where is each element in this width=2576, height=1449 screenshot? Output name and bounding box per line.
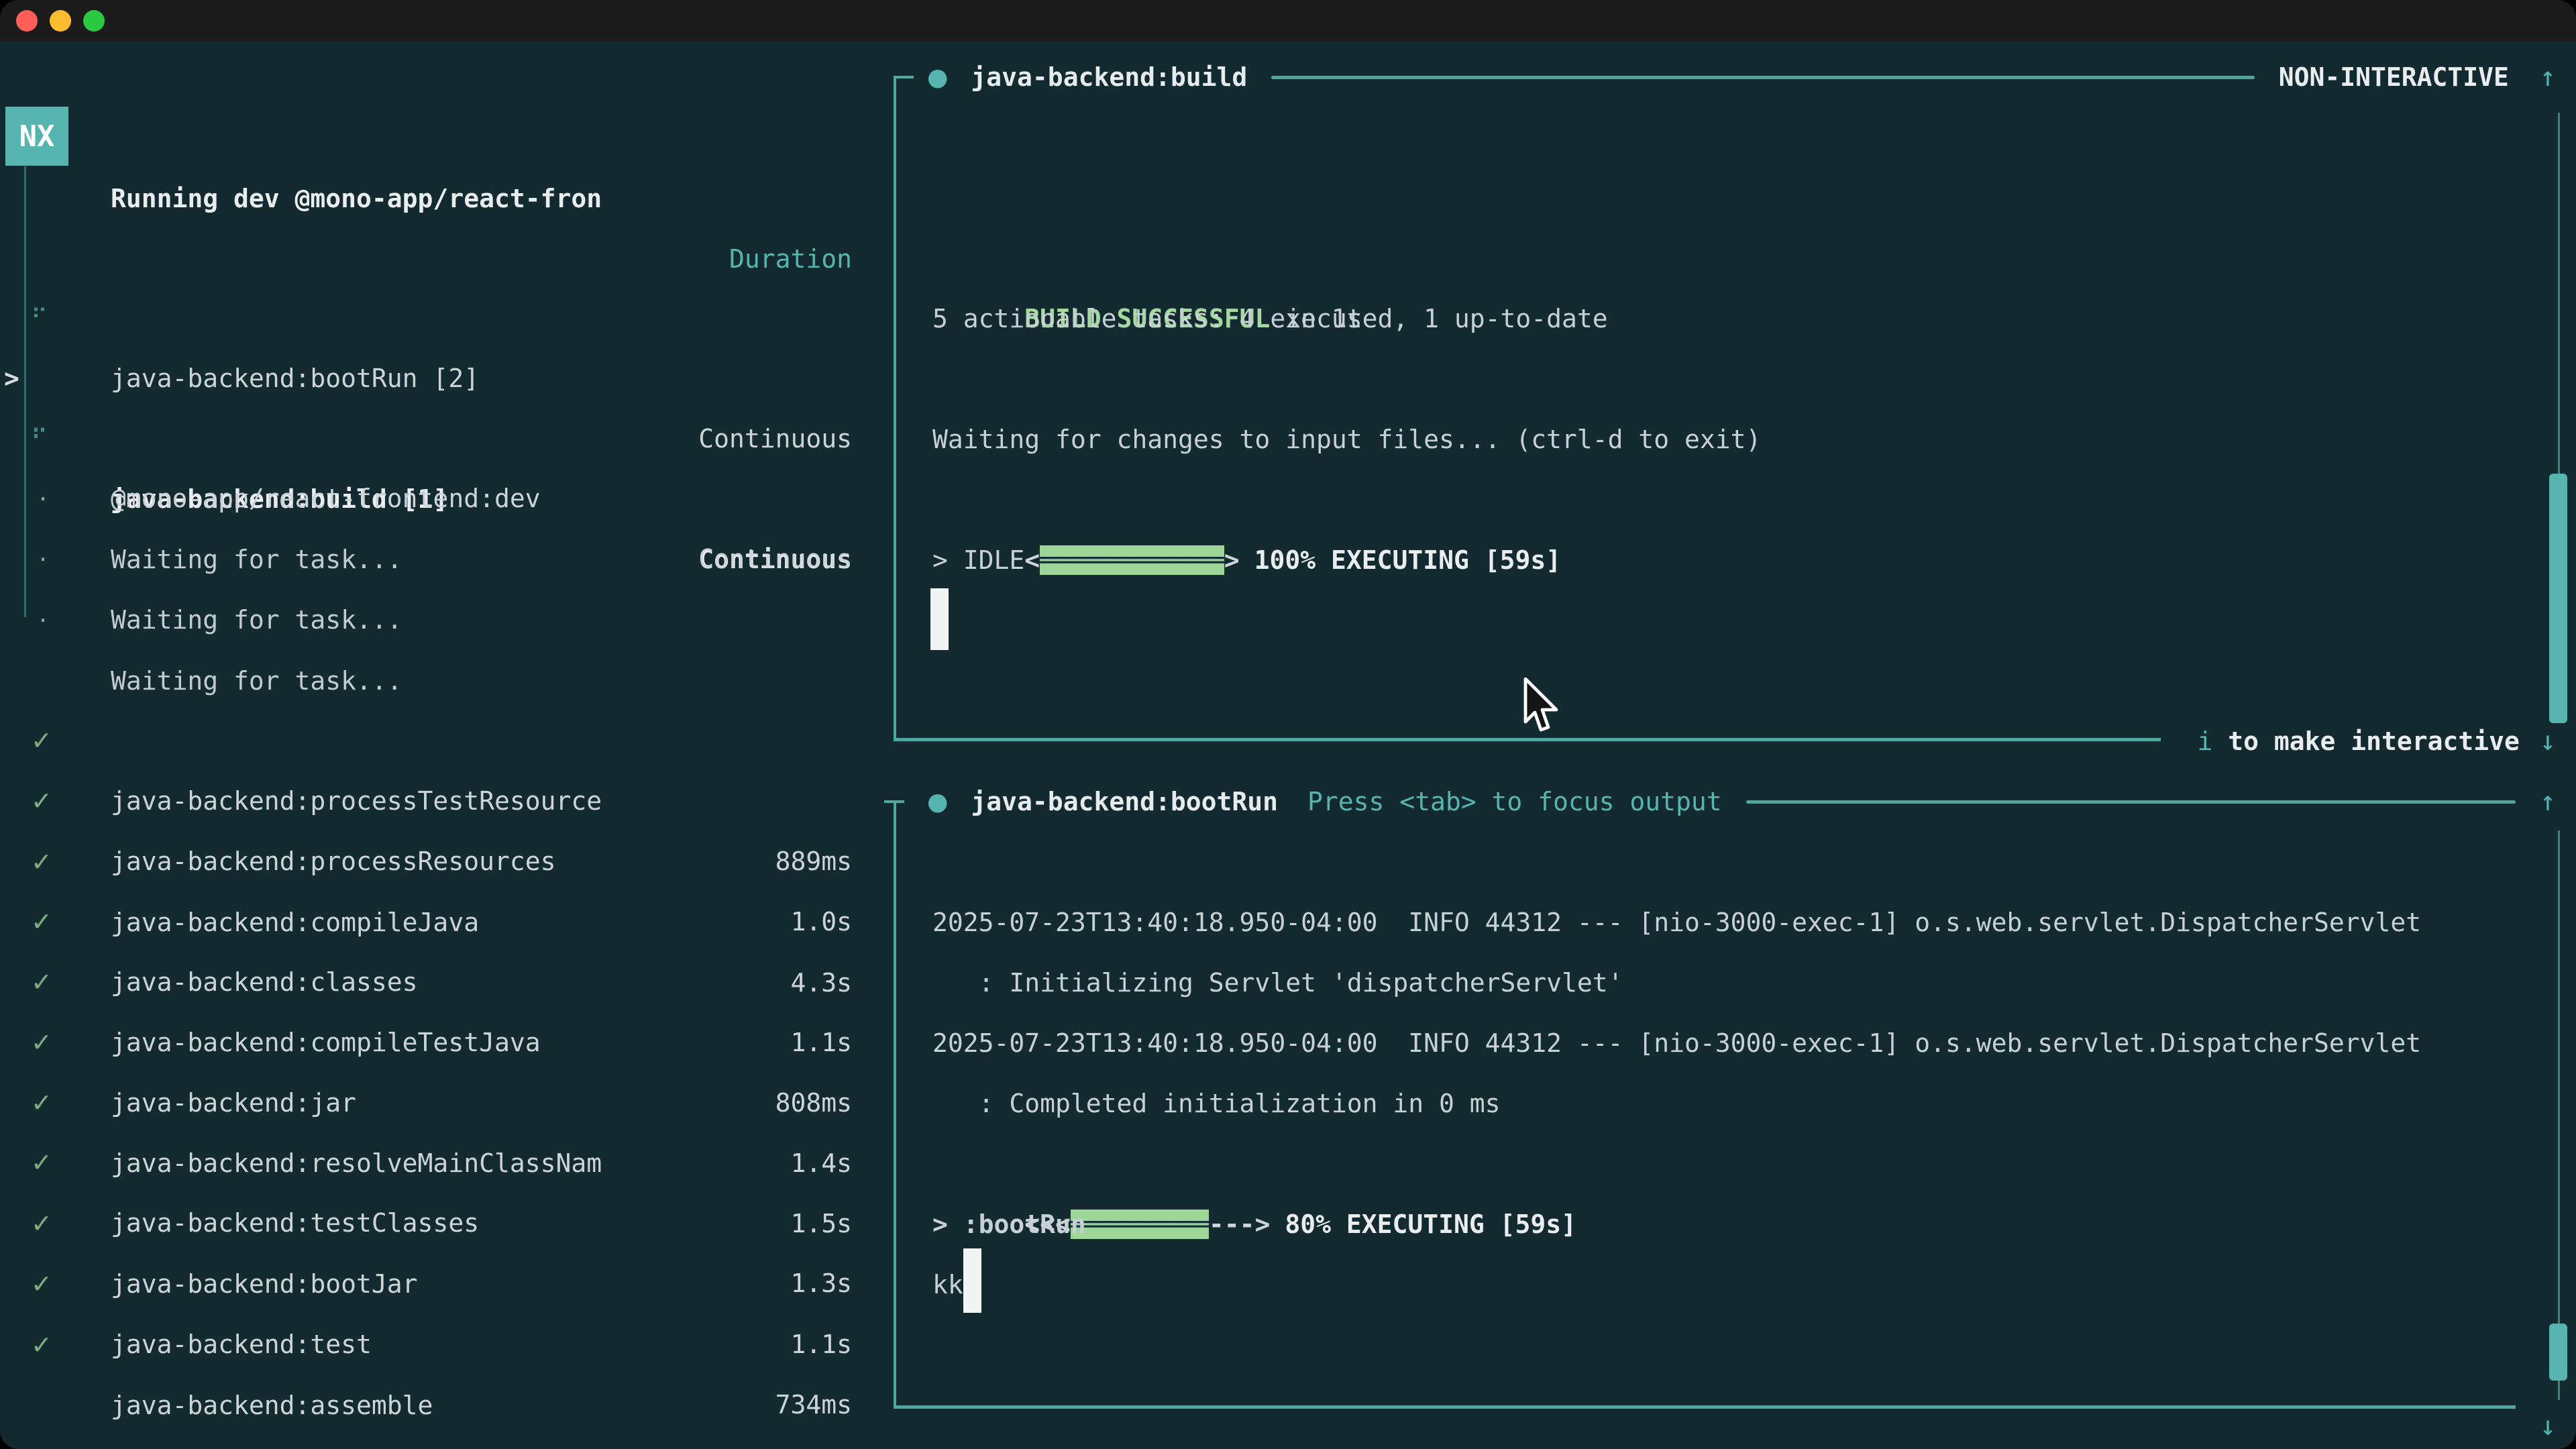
sidebar-header: Running dev @mono-app/react-fron Duratio… (0, 108, 892, 168)
build-scrollbar-thumb[interactable] (2549, 474, 2567, 723)
tasks-summary-line: 5 actionable tasks: 4 executed, 1 up-to-… (932, 288, 1608, 349)
mouse-cursor (1521, 678, 1560, 740)
sidebar-title: Running dev @mono-app/react-fron (111, 168, 602, 229)
close-button[interactable] (16, 10, 38, 32)
terminal-content: NX Running dev @mono-app/react-fron Dura… (0, 42, 2576, 1449)
task-row-bootrun[interactable]: ⠋ java-backend:bootRun [2] Continuous (0, 227, 892, 288)
completed-task-row[interactable]: ✓ java-backend:assemble 774ms (0, 1254, 892, 1315)
bootrun-panel-title: java-backend:bootRun (971, 787, 1278, 816)
completed-task-row[interactable]: ✓ java-backend:resolveMainClassNam 1.5s (0, 1012, 892, 1073)
log-line: 2025-07-23T13:40:18.950-04:00 INFO 44312… (932, 1013, 2421, 1073)
progress-right-cap: > (1224, 545, 1240, 575)
waiting-label: Waiting for task... (111, 590, 402, 650)
log-line: : Completed initialization in 0 ms (932, 1073, 1500, 1134)
progress-label: 80% EXECUTING [59s] (1285, 1210, 1576, 1239)
bootrun-panel-header[interactable]: ● java-backend:bootRun Press <tab> to fo… (894, 771, 2576, 832)
task-duration: 1.1s (790, 1314, 852, 1375)
waiting-task-row: · Waiting for task... (0, 530, 892, 590)
task-label: java-backend:test (111, 1314, 372, 1375)
log-line: 2025-07-23T13:40:18.950-04:00 INFO 44312… (932, 892, 2421, 953)
terminal-window: NX Running dev @mono-app/react-fron Dura… (0, 0, 2576, 1449)
completed-task-row[interactable]: ✓ java-backend:testClasses 1.3s (0, 1072, 892, 1132)
check-icon: ✓ (31, 1315, 52, 1375)
task-row-build-selected[interactable]: > ⠋ java-backend:build [1] Continuous (0, 288, 892, 348)
interactive-hint-text: to make interactive (2212, 727, 2520, 756)
bootrun-command-line: > :bootRun (932, 1194, 1086, 1254)
task-row-frontend-dev[interactable]: ⠋ @mono-app/react-frontend:dev Continuou… (0, 347, 892, 408)
maximize-button[interactable] (83, 10, 105, 32)
header-rule (1271, 76, 2255, 79)
completed-task-row[interactable]: ✓ java-backend:compileJava 4.3s (0, 771, 892, 832)
task-status-dot-icon: ● (927, 788, 948, 816)
completed-task-row[interactable]: ✓ java-backend:compileTestJava 808ms (0, 892, 892, 952)
waiting-for-changes-line: Waiting for changes to input files... (c… (932, 409, 1761, 470)
minimize-button[interactable] (50, 10, 71, 32)
build-panel-left-border (894, 76, 896, 741)
waiting-task-row: · Waiting for task... (0, 409, 892, 469)
progress-bar-fill: ═════════ (1071, 1210, 1209, 1239)
completed-task-row[interactable]: ✓ java-backend:jar 1.4s (0, 952, 892, 1012)
scroll-up-icon[interactable]: ↑ (2540, 62, 2556, 93)
idle-line: > IDLE (932, 530, 1024, 590)
scroll-up-icon[interactable]: ↑ (2540, 786, 2556, 817)
sidebar-footer: ← 1/2 → quit: q help: ? (0, 1375, 892, 1436)
completed-task-row[interactable]: ✓ java-backend:test 734ms (0, 1193, 892, 1254)
build-panel-mode-badge: NON-INTERACTIVE (2279, 62, 2509, 92)
completed-task-row[interactable]: ✓ java-backend:processTestResource 889ms (0, 650, 892, 710)
build-panel-title: java-backend:build (971, 62, 1247, 92)
terminal-cursor (930, 588, 949, 650)
log-line: : Initializing Servlet 'dispatcherServle… (932, 953, 1623, 1013)
bootrun-scrollbar-thumb[interactable] (2549, 1324, 2567, 1381)
bootrun-panel-left-border (894, 800, 896, 1407)
scroll-down-icon[interactable]: ↓ (2540, 726, 2556, 757)
titlebar (0, 0, 2576, 42)
progress-bar-fill: ════════════ (1040, 545, 1224, 575)
completed-task-row[interactable]: ✓ java-backend:processResources 1.0s (0, 710, 892, 771)
task-duration: 774ms (775, 1436, 852, 1449)
bootrun-scrollbar-track[interactable] (2558, 830, 2560, 1400)
task-status-dot-icon: ● (927, 64, 948, 91)
waiting-dot-icon: · (31, 590, 47, 651)
interactive-hint: i to make interactive ↓ (2197, 711, 2576, 771)
waiting-task-row: · Waiting for task... (0, 469, 892, 529)
completed-task-row[interactable]: ✓ java-backend:classes 1.1s (0, 831, 892, 892)
progress-label: 100% EXECUTING [59s] (1254, 545, 1562, 575)
scroll-down-icon[interactable]: ↓ (2540, 1413, 2556, 1440)
build-panel-header[interactable]: ● java-backend:build NON-INTERACTIVE ↑ (894, 47, 2576, 107)
progress-left-cap: < (1024, 545, 1040, 575)
terminal-cursor (963, 1248, 981, 1313)
bootrun-progress-line: <<<═════════--->80% EXECUTING [59s] (932, 1134, 1576, 1194)
build-result-line: BUILD SUCCESSFUL in 1s (932, 228, 1362, 288)
typed-input-line: kk (932, 1254, 963, 1315)
progress-tail: ---> (1209, 1210, 1271, 1239)
bootrun-panel-bottom-border (894, 1405, 2516, 1409)
focus-output-hint: Press <tab> to focus output (1307, 787, 1722, 816)
header-rule (1746, 800, 2516, 804)
completed-task-row[interactable]: ✓ java-backend:bootJar 1.1s (0, 1133, 892, 1193)
build-progress-line: <════════════>100% EXECUTING [59s] (932, 470, 1561, 530)
interactive-hint-key: i (2197, 727, 2212, 756)
